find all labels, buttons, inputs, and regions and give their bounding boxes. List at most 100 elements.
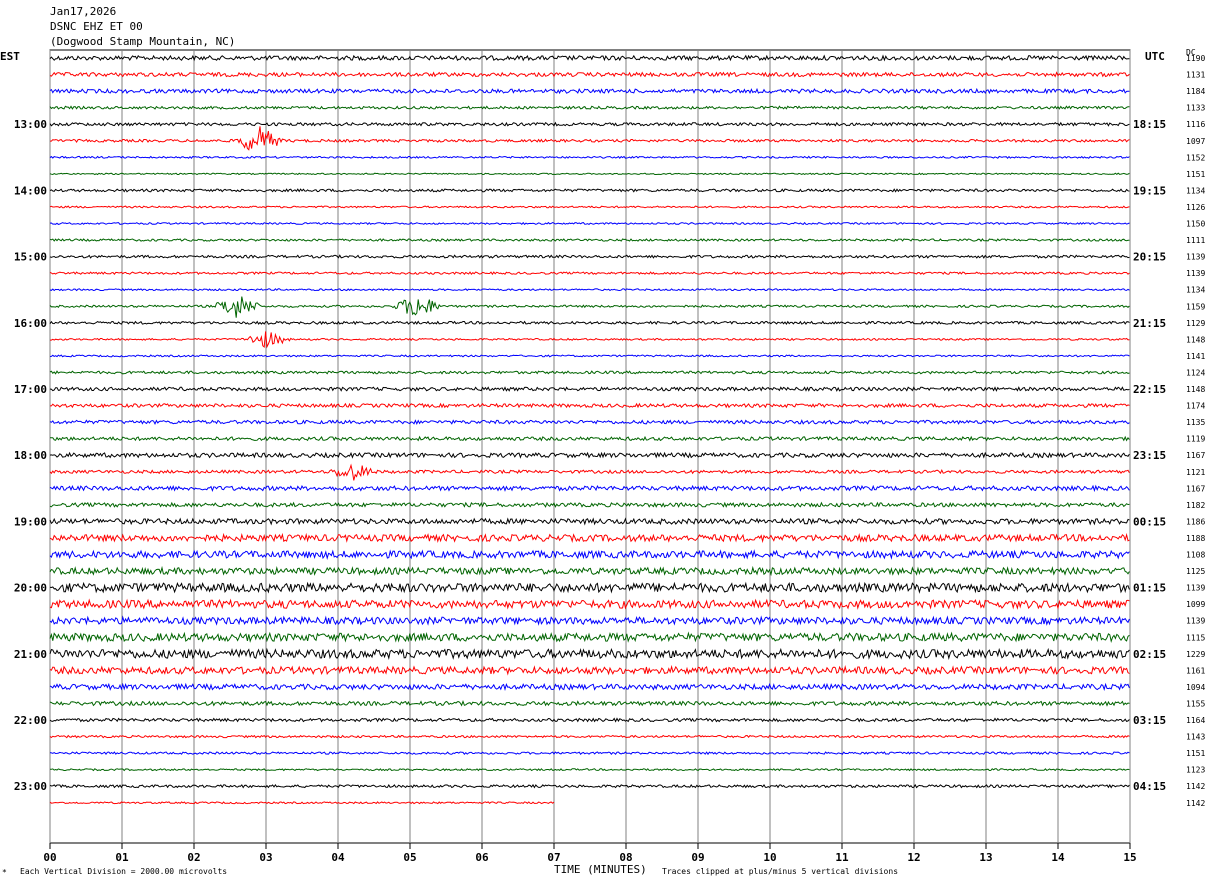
seismic-trace xyxy=(49,734,1130,739)
hour-label-left: 14:00 xyxy=(14,184,47,197)
hour-label-left: 21:00 xyxy=(14,648,47,661)
seismic-trace xyxy=(49,386,1130,392)
seismic-trace xyxy=(49,598,1130,611)
seismic-trace xyxy=(49,532,1130,544)
scale-note: Each Vertical Division = 2000.00 microvo… xyxy=(20,867,228,876)
x-tick-label: 03 xyxy=(259,851,272,864)
hour-label-right: 18:15 xyxy=(1133,118,1166,131)
seismic-trace xyxy=(49,549,1130,560)
hour-label-right: 22:15 xyxy=(1133,383,1166,396)
seismic-trace xyxy=(49,451,1130,459)
dc-offset-label: 1174 xyxy=(1186,402,1205,411)
seismic-trace xyxy=(49,370,1130,375)
hour-label-right: 20:15 xyxy=(1133,251,1166,264)
dc-offset-label: 1139 xyxy=(1186,617,1205,626)
seismic-trace xyxy=(49,296,1130,318)
dc-offset-label: 1139 xyxy=(1186,253,1205,262)
seismic-trace xyxy=(49,121,1130,127)
dc-offset-label: 1124 xyxy=(1186,368,1205,377)
dc-offset-label: 1135 xyxy=(1186,418,1205,427)
dc-offset-label: 1123 xyxy=(1186,766,1205,775)
seismic-trace xyxy=(49,271,1130,276)
hour-label-left: 19:00 xyxy=(14,515,47,528)
seismic-trace xyxy=(49,631,1130,644)
seismic-trace xyxy=(49,664,1130,676)
hour-label-left: 18:00 xyxy=(14,449,47,462)
x-tick-label: 14 xyxy=(1051,851,1065,864)
dc-offset-label: 1141 xyxy=(1186,352,1205,361)
dc-offset-label: 1152 xyxy=(1186,153,1205,162)
x-tick-label: 04 xyxy=(331,851,345,864)
dc-offset-label: 1134 xyxy=(1186,286,1205,295)
clip-note: Traces clipped at plus/minus 5 vertical … xyxy=(662,867,899,876)
dc-offset-label: 1126 xyxy=(1186,203,1205,212)
dc-offset-label: 1131 xyxy=(1186,71,1205,80)
seismic-trace xyxy=(49,682,1130,691)
dc-offset-label: 1139 xyxy=(1186,584,1205,593)
dc-offset-label: 1143 xyxy=(1186,733,1205,742)
dc-offset-label: 1142 xyxy=(1186,782,1205,791)
seismic-trace xyxy=(49,54,1130,62)
hour-label-right: 00:15 xyxy=(1133,515,1166,528)
dc-offset-label: 1155 xyxy=(1186,699,1205,708)
hour-label-left: 22:00 xyxy=(14,714,47,727)
x-tick-label: 12 xyxy=(907,851,920,864)
dc-offset-label: 1229 xyxy=(1186,650,1205,659)
seismic-trace xyxy=(50,126,1130,151)
seismic-trace xyxy=(49,581,1130,594)
dc-offset-label: 1182 xyxy=(1186,501,1205,510)
seismic-trace xyxy=(49,254,1130,259)
seismic-trace xyxy=(49,354,1130,358)
hour-label-left: 15:00 xyxy=(14,251,47,264)
dc-offset-label: 1167 xyxy=(1186,484,1205,493)
seismic-trace xyxy=(49,238,1130,242)
seismic-trace xyxy=(49,517,1130,526)
hour-label-left: 13:00 xyxy=(14,118,47,131)
seismic-trace xyxy=(49,801,555,805)
x-tick-label: 00 xyxy=(43,851,56,864)
dc-offset-label: 1129 xyxy=(1186,319,1205,328)
dc-offset-label: 1167 xyxy=(1186,451,1205,460)
dc-offset-label: 1186 xyxy=(1186,517,1205,526)
seismic-trace xyxy=(49,320,1130,326)
dc-offset-label: 1115 xyxy=(1186,633,1205,642)
seismic-trace xyxy=(50,435,1130,442)
seismic-trace xyxy=(49,419,1130,426)
seismic-trace xyxy=(49,155,1130,159)
x-tick-label: 09 xyxy=(691,851,704,864)
seismic-trace xyxy=(49,717,1130,723)
seismic-trace xyxy=(49,105,1130,110)
dc-offset-label: 1121 xyxy=(1186,468,1205,477)
x-tick-label: 02 xyxy=(187,851,200,864)
x-axis-title: TIME (MINUTES) xyxy=(554,863,647,876)
x-tick-label: 06 xyxy=(475,851,489,864)
seismic-trace xyxy=(49,221,1130,226)
seismic-trace xyxy=(49,565,1130,577)
seismic-trace xyxy=(49,647,1130,661)
seismic-trace xyxy=(49,463,1130,481)
x-tick-label: 05 xyxy=(403,851,416,864)
dc-offset-label: 1188 xyxy=(1186,534,1205,543)
x-tick-label: 13 xyxy=(979,851,992,864)
x-tick-label: 11 xyxy=(835,851,849,864)
dc-offset-label: 1142 xyxy=(1186,799,1205,808)
dc-offset-label: 1097 xyxy=(1186,137,1205,146)
dc-offset-label: 1125 xyxy=(1186,567,1205,576)
dc-offset-label: 1150 xyxy=(1186,220,1205,229)
dc-offset-label: 1190 xyxy=(1186,54,1205,63)
seismic-trace xyxy=(49,288,1130,292)
dc-offset-label: 1119 xyxy=(1186,435,1205,444)
seismic-trace xyxy=(49,205,1130,209)
hour-label-right: 02:15 xyxy=(1133,648,1166,661)
seismic-trace xyxy=(49,783,1130,789)
seismic-trace xyxy=(49,700,1130,707)
seismic-trace xyxy=(49,751,1130,756)
seismogram-chart: 00 01 02 03 04 05 06 07 08 09 10 11 12 13 14 1511901131… xyxy=(14,49,1205,864)
dc-offset-label: 1151 xyxy=(1186,749,1205,758)
dc-offset-label: 1184 xyxy=(1186,87,1205,96)
dc-offset-label: 1099 xyxy=(1186,600,1205,609)
hour-label-right: 21:15 xyxy=(1133,317,1166,330)
hour-label-left: 16:00 xyxy=(14,317,47,330)
x-tick-label: 01 xyxy=(115,851,129,864)
dc-offset-label: 1116 xyxy=(1186,120,1205,129)
